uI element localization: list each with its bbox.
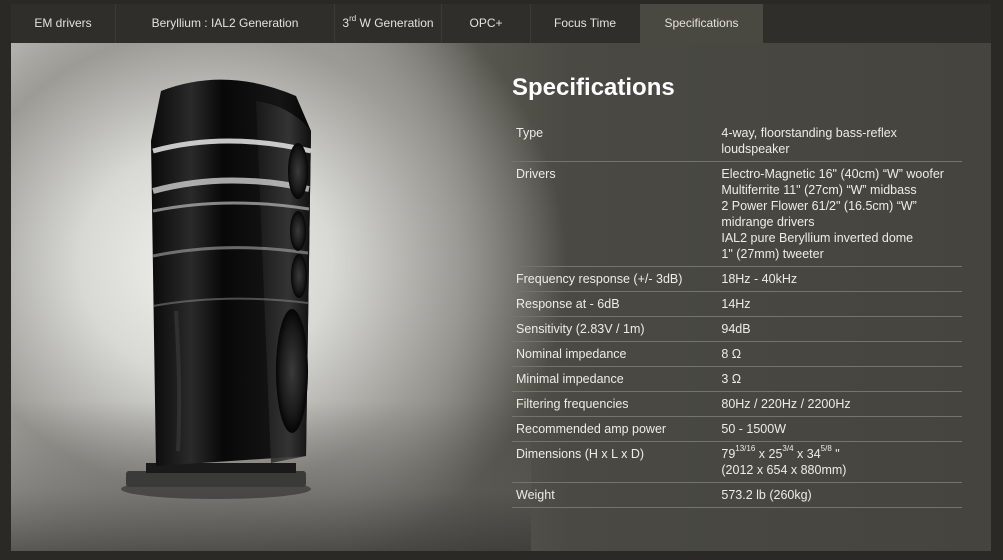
dim-d: 34 [806,447,821,461]
page-title: Specifications [512,74,675,101]
spec-value-line: Electro-Magnetic 16" (40cm) “W” woofer [721,167,944,181]
spec-value: 14Hz [717,291,962,317]
dim-unit: " [831,447,840,461]
spec-value: 8 Ω [717,341,962,367]
spec-key: Nominal impedance [512,341,718,367]
spec-value: 7913/16 x 253/4 x 345/8 " (2012 x 654 x … [717,441,962,483]
table-row: Type 4-way, floorstanding bass-reflex lo… [512,121,962,162]
tab-opc-plus[interactable]: OPC+ [442,4,530,43]
table-row: Filtering frequencies 80Hz / 220Hz / 220… [512,391,962,417]
spec-value: 4-way, floorstanding bass-reflex loudspe… [717,121,962,162]
spec-key: Recommended amp power [512,416,718,442]
content-panel: Specifications Type 4-way, floorstanding… [11,43,991,551]
spec-value: Electro-Magnetic 16" (40cm) “W” woofer M… [717,161,962,267]
tab-beryllium-ial2[interactable]: Beryllium : IAL2 Generation [116,4,334,43]
spec-key: Response at - 6dB [512,291,718,317]
spec-value-line: loudspeaker [721,142,790,156]
dimensions-metric: (2012 x 654 x 880mm) [721,463,847,477]
spec-key: Filtering frequencies [512,391,718,417]
dim-l-frac: 3/4 [782,443,794,453]
tab-bar: EM drivers Beryllium : IAL2 Generation 3… [11,4,991,43]
spec-value-line: 1" (27mm) tweeter [721,247,824,261]
dim-sep: x [755,447,769,461]
tab-label-sup: rd [349,14,357,23]
spec-key: Drivers [512,161,718,267]
spec-value: 573.2 lb (260kg) [717,482,962,508]
spec-value: 80Hz / 220Hz / 2200Hz [717,391,962,417]
table-row: Minimal impedance 3 Ω [512,366,962,392]
tab-3rd-w-generation[interactable]: 3rd W Generation [335,4,441,43]
spec-key: Minimal impedance [512,366,718,392]
specs-table: Type 4-way, floorstanding bass-reflex lo… [512,121,962,508]
table-row: Response at - 6dB 14Hz [512,291,962,317]
table-row: Nominal impedance 8 Ω [512,341,962,367]
spec-key: Sensitivity (2.83V / 1m) [512,316,718,342]
table-row: Frequency response (+/- 3dB) 18Hz - 40kH… [512,266,962,292]
tab-label-rest: W Generation [356,16,434,30]
dimensions-imperial: 7913/16 x 253/4 x 345/8 " [721,443,958,462]
table-row: Drivers Electro-Magnetic 16" (40cm) “W” … [512,161,962,267]
dim-sep: x [793,447,807,461]
spec-value-line: 2 Power Flower 61/2" (16.5cm) “W” [721,199,917,213]
spec-value: 94dB [717,316,962,342]
table-row: Sensitivity (2.83V / 1m) 94dB [512,316,962,342]
spec-key: Type [512,121,718,162]
speaker-product-image [121,79,312,499]
table-row: Weight 573.2 lb (260kg) [512,482,962,508]
table-row: Dimensions (H x L x D) 7913/16 x 253/4 x… [512,441,962,483]
spec-value-line: IAL2 pure Beryllium inverted dome [721,231,914,245]
tab-em-drivers[interactable]: EM drivers [11,4,115,43]
table-row: Recommended amp power 50 - 1500W [512,416,962,442]
tab-specifications[interactable]: Specifications [640,4,763,43]
spec-value: 50 - 1500W [717,416,962,442]
spec-key: Frequency response (+/- 3dB) [512,266,718,292]
tab-focus-time[interactable]: Focus Time [531,4,639,43]
dim-h: 79 [721,447,736,461]
spec-value-line: 4-way, floorstanding bass-reflex [721,126,897,140]
dim-h-frac: 13/16 [735,443,756,453]
spec-value: 18Hz - 40kHz [717,266,962,292]
spec-value-line: Multiferrite 11" (27cm) “W” midbass [721,183,917,197]
dim-d-frac: 5/8 [820,443,832,453]
spec-value: 3 Ω [717,366,962,392]
dim-l: 25 [768,447,783,461]
spec-value-line: midrange drivers [721,215,815,229]
spec-key: Dimensions (H x L x D) [512,441,718,483]
spec-key: Weight [512,482,718,508]
